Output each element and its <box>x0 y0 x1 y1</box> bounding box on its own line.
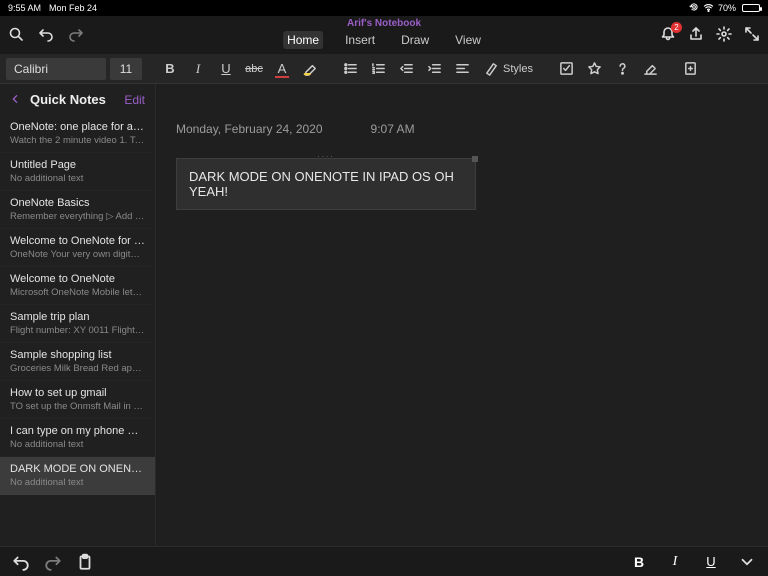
outdent-button[interactable] <box>394 57 418 81</box>
tab-draw[interactable]: Draw <box>397 31 433 49</box>
page-list-item[interactable]: DARK MODE ON ONENOTE... No additional tex… <box>0 457 155 495</box>
page-item-title: Welcome to OneNote for Mac <box>10 235 145 247</box>
page-item-subtitle: No additional text <box>10 439 145 450</box>
note-date: Monday, February 24, 2020 <box>176 122 323 136</box>
font-family-select[interactable]: Calibri <box>6 58 106 80</box>
align-button[interactable] <box>450 57 474 81</box>
notebook-title[interactable]: Arif's Notebook <box>347 18 421 29</box>
page-item-subtitle: OneNote Your very own digital... <box>10 249 145 260</box>
notifications-icon[interactable] <box>660 26 676 42</box>
page-item-subtitle: No additional text <box>10 173 145 184</box>
page-list-item[interactable]: OneNote Basics Remember everything ▷ Add … <box>0 191 155 229</box>
page-item-subtitle: Watch the 2 minute video 1. Ta... <box>10 135 145 146</box>
highlight-button[interactable] <box>298 57 322 81</box>
app-titlebar: Arif's Notebook Home Insert Draw View <box>0 16 768 54</box>
formatting-ribbon: Calibri 11 B I U abc A Styles <box>0 54 768 84</box>
page-item-title: I can type on my phone wit... <box>10 425 145 437</box>
wifi-icon <box>703 2 714 15</box>
font-color-button[interactable]: A <box>270 57 294 81</box>
note-time: 9:07 AM <box>371 122 415 136</box>
bold-bottom-button[interactable]: B <box>630 553 648 571</box>
numbered-list-button[interactable] <box>366 57 390 81</box>
indent-button[interactable] <box>422 57 446 81</box>
font-family-value: Calibri <box>14 62 48 76</box>
page-item-subtitle: TO set up the Onmsft Mail in Wi... <box>10 401 145 412</box>
bold-button[interactable]: B <box>158 57 182 81</box>
battery-icon <box>742 4 760 12</box>
redo-bottom-button[interactable] <box>44 553 62 571</box>
page-item-title: Untitled Page <box>10 159 145 171</box>
question-tag-button[interactable] <box>611 57 635 81</box>
orientation-lock-icon <box>689 2 699 14</box>
page-list-item[interactable]: Untitled Page No additional text <box>0 153 155 191</box>
battery-percent: 70% <box>718 3 736 13</box>
status-time: 9:55 AM <box>8 3 41 13</box>
bottom-toolbar: B I U <box>0 546 768 576</box>
page-list-item[interactable]: Sample shopping list Groceries Milk Bread… <box>0 343 155 381</box>
page-list-item[interactable]: How to set up gmail TO set up the Onmsft … <box>0 381 155 419</box>
styles-button[interactable]: Styles <box>478 57 539 81</box>
note-canvas[interactable]: Monday, February 24, 2020 9:07 AM DARK M… <box>156 84 768 546</box>
page-list-item[interactable]: Sample trip plan Flight number: XY 0011 F… <box>0 305 155 343</box>
underline-button[interactable]: U <box>214 57 238 81</box>
underline-bottom-button[interactable]: U <box>702 553 720 571</box>
fullscreen-icon[interactable] <box>744 26 760 42</box>
page-item-title: Sample trip plan <box>10 311 145 323</box>
note-date-line: Monday, February 24, 2020 9:07 AM <box>176 122 748 136</box>
page-item-title: Sample shopping list <box>10 349 145 361</box>
page-item-subtitle: No additional text <box>10 477 145 488</box>
page-item-subtitle: Remember everything ▷ Add Ta... <box>10 211 145 222</box>
page-list-item[interactable]: OneNote: one place for all o... Watch the… <box>0 115 155 153</box>
tab-insert[interactable]: Insert <box>341 31 379 49</box>
note-body-text[interactable]: DARK MODE ON ONENOTE IN IPAD OS OH YEAH! <box>189 169 454 199</box>
back-button[interactable] <box>10 92 20 107</box>
expand-toolbar-button[interactable] <box>738 553 756 571</box>
edit-button[interactable]: Edit <box>124 93 145 107</box>
page-item-title: OneNote: one place for all o... <box>10 121 145 133</box>
page-item-title: OneNote Basics <box>10 197 145 209</box>
search-icon[interactable] <box>8 26 24 42</box>
page-item-title: How to set up gmail <box>10 387 145 399</box>
page-item-subtitle: Flight number: XY 0011 Flight r... <box>10 325 145 336</box>
tab-view[interactable]: View <box>451 31 485 49</box>
page-item-title: DARK MODE ON ONENOTE... <box>10 463 145 475</box>
clipboard-button[interactable] <box>76 553 94 571</box>
page-list-item[interactable]: Welcome to OneNote Microsoft OneNote Mobi… <box>0 267 155 305</box>
font-size-select[interactable]: 11 <box>110 58 142 80</box>
page-sidebar: Quick Notes Edit OneNote: one place for … <box>0 84 156 546</box>
star-tag-button[interactable] <box>583 57 607 81</box>
note-body-container[interactable]: DARK MODE ON ONENOTE IN IPAD OS OH YEAH! <box>176 158 476 210</box>
page-list-item[interactable]: Welcome to OneNote for Mac OneNote Your v… <box>0 229 155 267</box>
insert-page-button[interactable] <box>679 57 703 81</box>
page-item-title: Welcome to OneNote <box>10 273 145 285</box>
ipad-status-bar: 9:55 AM Mon Feb 24 70% <box>0 0 768 16</box>
bullet-list-button[interactable] <box>338 57 362 81</box>
undo-bottom-button[interactable] <box>12 553 30 571</box>
page-item-subtitle: Microsoft OneNote Mobile lets y... <box>10 287 145 298</box>
settings-icon[interactable] <box>716 26 732 42</box>
italic-button[interactable]: I <box>186 57 210 81</box>
erase-format-button[interactable] <box>639 57 663 81</box>
page-list: OneNote: one place for all o... Watch the… <box>0 115 155 546</box>
share-icon[interactable] <box>688 26 704 42</box>
page-item-subtitle: Groceries Milk Bread Red appl... <box>10 363 145 374</box>
section-title: Quick Notes <box>30 92 114 107</box>
todo-tag-button[interactable] <box>555 57 579 81</box>
strikethrough-button[interactable]: abc <box>242 57 266 81</box>
status-date: Mon Feb 24 <box>49 3 97 13</box>
redo-icon[interactable] <box>68 26 84 42</box>
page-list-item[interactable]: I can type on my phone wit... No addition… <box>0 419 155 457</box>
italic-bottom-button[interactable]: I <box>666 553 684 571</box>
tab-home[interactable]: Home <box>283 31 323 49</box>
styles-label: Styles <box>503 63 533 75</box>
undo-icon[interactable] <box>38 26 54 42</box>
